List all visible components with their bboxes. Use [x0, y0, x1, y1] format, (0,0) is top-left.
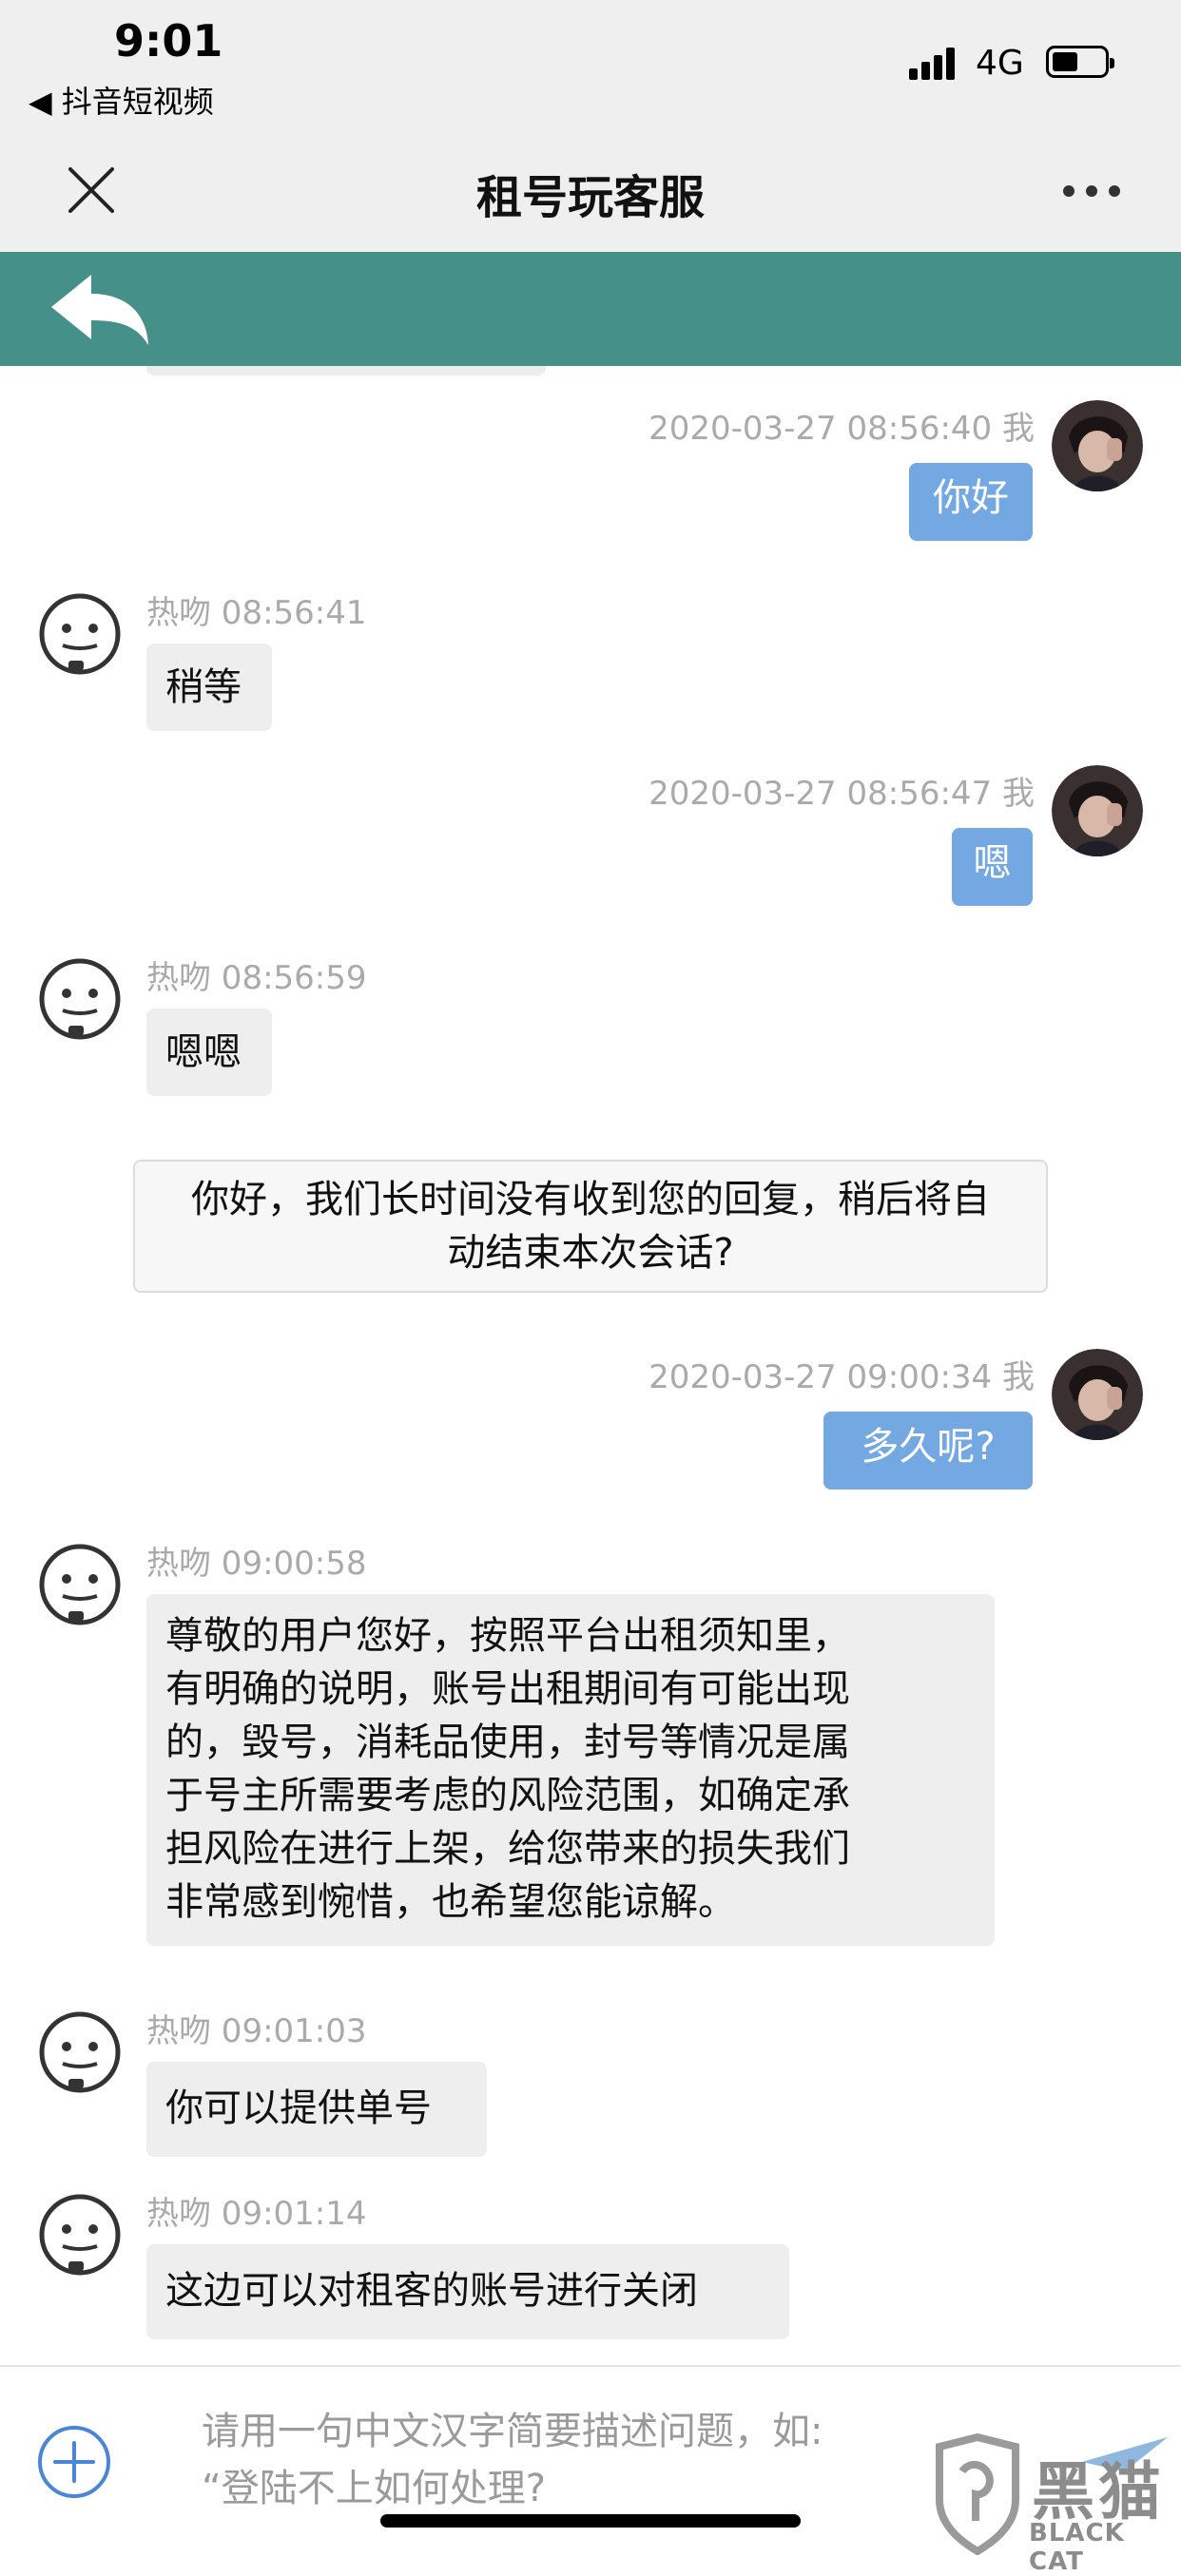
agent-avatar-icon — [39, 2011, 121, 2093]
home-indicator[interactable] — [380, 2514, 801, 2528]
message-line: 尊敬的用户您好，按照平台出租须知里， — [165, 1614, 850, 1658]
add-plus-icon[interactable] — [36, 2424, 112, 2500]
agent-avatar-icon — [39, 593, 121, 675]
back-arrow-icon[interactable] — [48, 269, 152, 350]
message-line: 非常感到惋惜，也希望您能谅解。 — [165, 1880, 736, 1924]
message-line: 担风险在进行上架，给您带来的损失我们 — [165, 1827, 850, 1871]
signal-icon — [909, 48, 958, 80]
message-meta: 热吻 09:00:58 — [146, 1545, 367, 1583]
system-notice: 你好，我们长时间没有收到您的回复，稍后将自 动结束本次会话? — [133, 1160, 1048, 1293]
watermark-subtext: BLACK CAT — [1029, 2519, 1125, 2576]
message-meta: 2020-03-27 08:56:47 我 — [649, 775, 1035, 813]
message-line: 于号主所需要考虑的风险范围，如确定承 — [165, 1774, 850, 1817]
title-bar: 租号玩客服 — [0, 133, 1181, 252]
message-meta: 2020-03-27 09:00:34 我 — [649, 1358, 1035, 1396]
navigation-bar — [0, 252, 1181, 366]
page-title: 租号玩客服 — [475, 171, 705, 224]
network-type: 4G — [976, 44, 1024, 83]
chat-area[interactable]: 2020-03-27 08:56:40 我 你好 热吻 08:56:41 稍等 … — [0, 366, 1181, 2365]
user-avatar — [1052, 400, 1143, 491]
agent-avatar-icon — [39, 2194, 121, 2276]
message-bubble: 嗯嗯 — [146, 1009, 272, 1096]
message-bubble: 你可以提供单号 — [146, 2062, 487, 2157]
message-bubble: 这边可以对租客的账号进行关闭 — [146, 2244, 789, 2339]
agent-avatar-icon — [39, 1544, 121, 1625]
message-line: 的，毁号，消耗品使用，封号等情况是属 — [165, 1721, 850, 1764]
status-time: 9:01 — [114, 15, 223, 67]
message-bubble: 嗯 — [952, 828, 1033, 906]
message-bubble: 尊敬的用户您好，按照平台出租须知里， 有明确的说明，账号出租期间有可能出现 的，… — [146, 1594, 995, 1946]
message-meta: 热吻 08:56:59 — [146, 959, 367, 997]
battery-icon — [1046, 46, 1114, 78]
previous-message-bubble — [146, 366, 546, 375]
user-avatar — [1052, 1349, 1143, 1440]
message-meta: 热吻 09:01:14 — [146, 2195, 367, 2233]
back-to-app-link[interactable]: ◀ 抖音短视频 — [29, 78, 214, 122]
message-bubble: 稍等 — [146, 644, 272, 731]
message-input[interactable]: 请用一句中文汉字简要描述问题，如: “登陆不上如何处理? — [202, 2403, 924, 2517]
user-avatar — [1052, 765, 1143, 856]
placeholder-line: 请用一句中文汉字简要描述问题，如: — [202, 2410, 823, 2453]
notice-line: 你好，我们长时间没有收到您的回复，稍后将自 — [191, 1178, 990, 1221]
message-bubble: 你好 — [909, 463, 1033, 541]
message-line: 有明确的说明，账号出租期间有可能出现 — [165, 1667, 850, 1711]
more-options-icon[interactable] — [1063, 185, 1120, 199]
message-meta: 热吻 09:01:03 — [146, 2012, 367, 2050]
message-meta: 热吻 08:56:41 — [146, 594, 367, 632]
placeholder-line: “登陆不上如何处理? — [202, 2467, 546, 2510]
message-meta: 2020-03-27 08:56:40 我 — [649, 410, 1035, 448]
message-bubble: 多久呢? — [823, 1412, 1033, 1490]
agent-avatar-icon — [39, 958, 121, 1040]
notice-line: 动结束本次会话? — [447, 1231, 734, 1275]
status-bar: 9:01 ◀ 抖音短视频 4G — [0, 0, 1181, 133]
